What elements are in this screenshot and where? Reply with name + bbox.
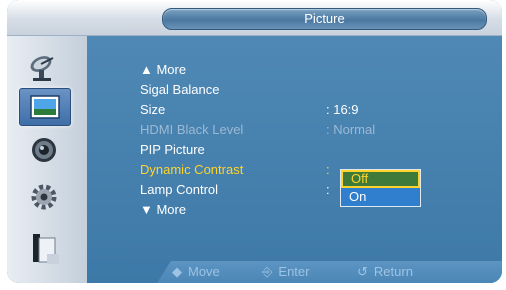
speaker-icon (32, 138, 56, 162)
move-icon: ◆ (172, 264, 182, 279)
footer-return: ↺ Return (357, 264, 413, 279)
gear-icon (31, 184, 57, 210)
category-sidebar (7, 36, 87, 283)
footer-move: ◆ Move (172, 264, 220, 279)
footer-enter: ⎆ Enter (262, 264, 310, 279)
sidebar-item-picture[interactable] (19, 88, 71, 126)
return-icon: ↺ (357, 264, 368, 279)
menu-panel: ▲ More Sigal Balance Size : 16:9 HDMI Bl… (87, 36, 502, 283)
footer-bar: ◆ Move ⎆ Enter ↺ Return (7, 261, 502, 283)
sidebar-item-input[interactable] (19, 49, 69, 85)
osd-window: Picture ▲ More Sigal Balance Size: 16:9… (7, 0, 502, 283)
dropdown-option-on[interactable]: On (341, 188, 420, 206)
header-bar: Picture (7, 0, 502, 36)
dynamic-contrast-dropdown: Off On (340, 169, 421, 207)
menu-title: Picture (162, 8, 487, 30)
enter-icon: ⎆ (262, 264, 273, 279)
sidebar-item-sound[interactable] (19, 132, 69, 168)
sidebar-item-setup[interactable] (19, 179, 69, 215)
picture-icon (30, 95, 60, 119)
dropdown-option-off[interactable]: Off (341, 170, 420, 188)
satellite-dish-icon (30, 56, 54, 81)
